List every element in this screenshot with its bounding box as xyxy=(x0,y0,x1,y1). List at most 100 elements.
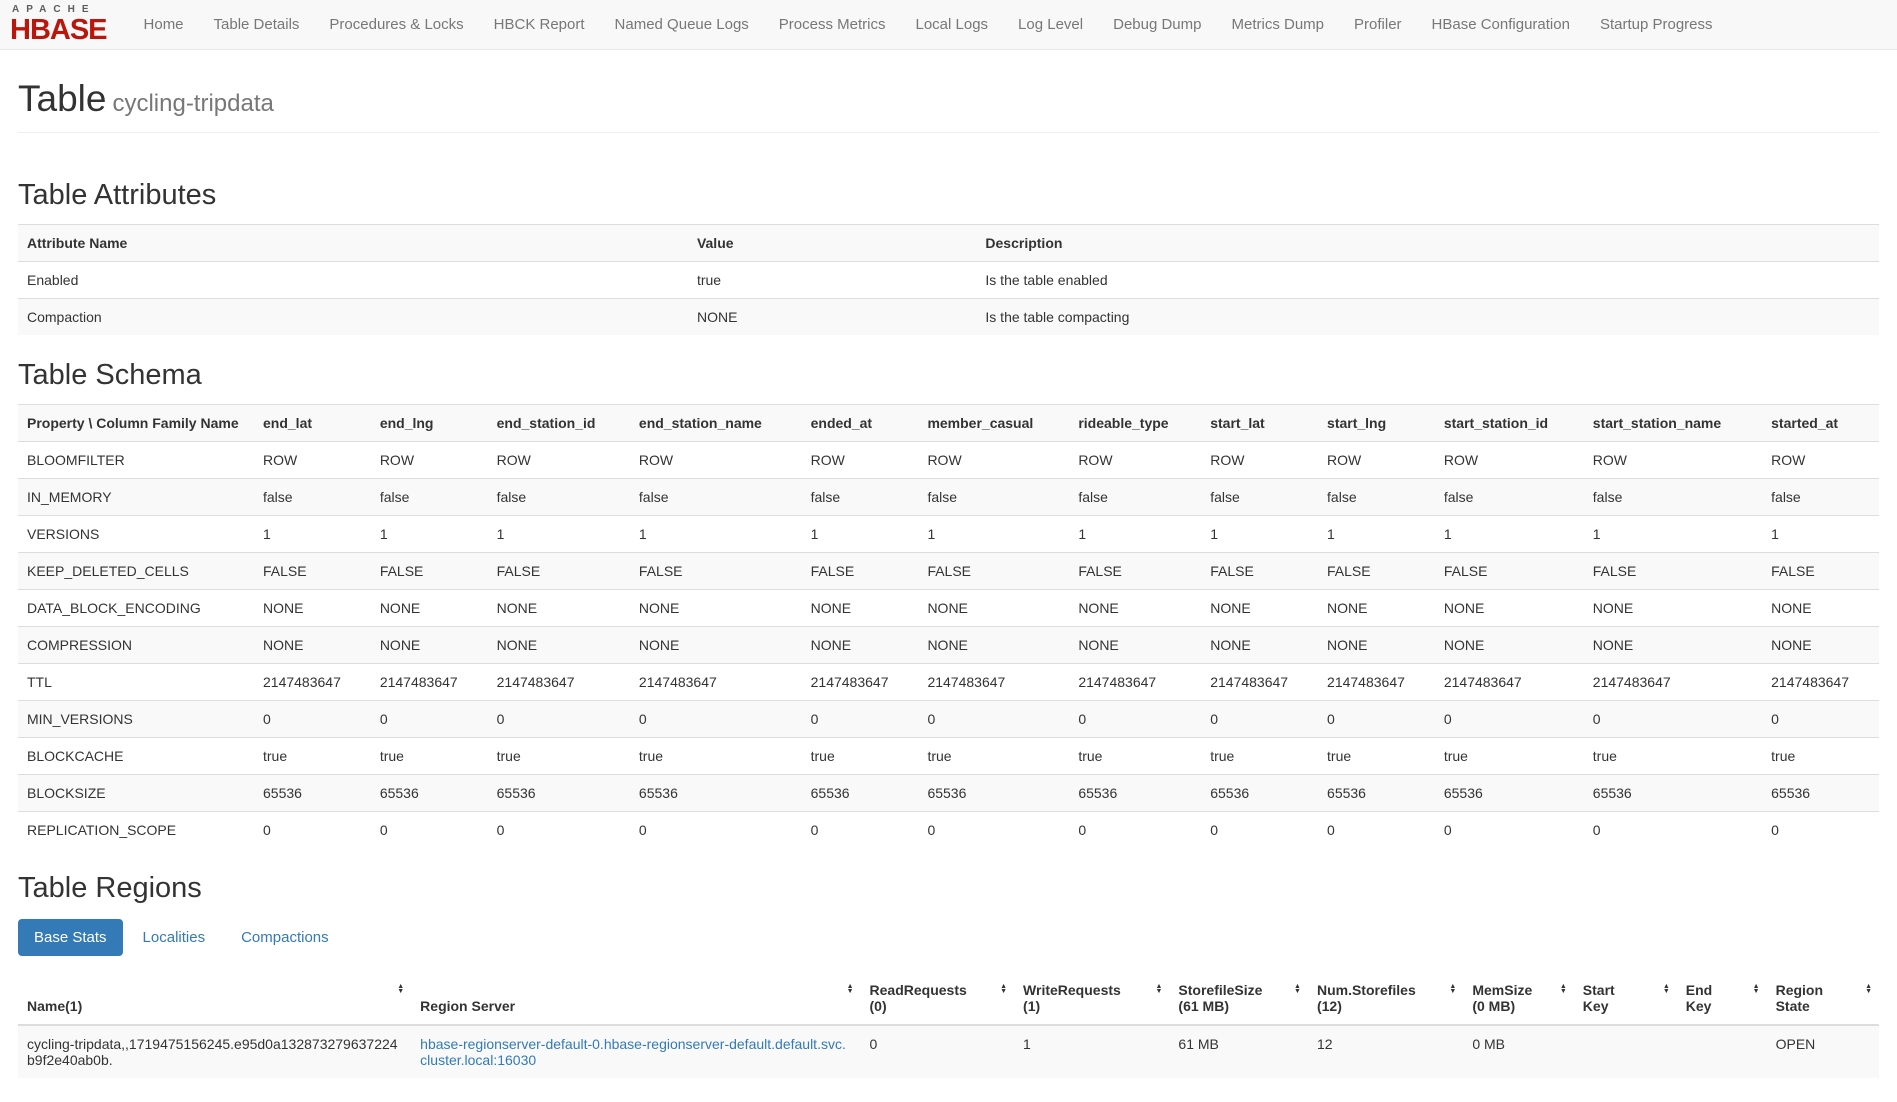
table-name: cycling-tripdata xyxy=(112,90,273,117)
schema-value-end-station-id: 0 xyxy=(488,701,630,738)
regions-col-readrequests-0[interactable]: ReadRequests(0)▲▼ xyxy=(861,972,1015,1025)
sort-down-arrow: ▼ xyxy=(1155,989,1162,994)
nav-link-table-details[interactable]: Table Details xyxy=(199,0,315,50)
nav-item-procedures-locks: Procedures & Locks xyxy=(314,0,478,50)
region-mem-size: 0 MB xyxy=(1463,1025,1573,1078)
schema-value-start-lat: ROW xyxy=(1201,442,1318,479)
nav-link-debug-dump[interactable]: Debug Dump xyxy=(1098,0,1216,50)
nav-link-profiler[interactable]: Profiler xyxy=(1339,0,1417,50)
region-storefile-size: 61 MB xyxy=(1169,1025,1308,1078)
apache-logo-text: APACHE xyxy=(10,5,107,15)
schema-row-in-memory: IN_MEMORYfalsefalsefalsefalsefalsefalsef… xyxy=(18,479,1879,516)
nav-item-table-details: Table Details xyxy=(199,0,315,50)
nav-link-log-level[interactable]: Log Level xyxy=(1003,0,1098,50)
schema-value-end-lng: 2147483647 xyxy=(371,664,488,701)
schema-family-start-station-id: start_station_id xyxy=(1435,405,1584,442)
region-tab-base-stats: Base Stats xyxy=(18,919,127,956)
schema-value-rideable-type: 0 xyxy=(1069,701,1201,738)
schema-value-start-station-id: 1 xyxy=(1435,516,1584,553)
hbase-logo[interactable]: APACHE HBASE xyxy=(10,5,107,45)
regions-col-region-state[interactable]: RegionState▲▼ xyxy=(1767,972,1879,1025)
region-tab-link-localities[interactable]: Localities xyxy=(127,919,222,956)
regions-col-label: End xyxy=(1686,982,1745,998)
schema-value-start-lat: 0 xyxy=(1201,701,1318,738)
sort-icon[interactable]: ▲▼ xyxy=(1155,984,1162,994)
schema-value-start-lng: 0 xyxy=(1318,812,1435,849)
schema-value-end-station-id: false xyxy=(488,479,630,516)
regions-col-sublabel: Key xyxy=(1686,998,1745,1014)
schema-property-name: REPLICATION_SCOPE xyxy=(18,812,254,849)
schema-value-rideable-type: FALSE xyxy=(1069,553,1201,590)
schema-value-end-station-name: 65536 xyxy=(630,775,802,812)
schema-value-rideable-type: true xyxy=(1069,738,1201,775)
attributes-col-attribute-name: Attribute Name xyxy=(18,225,688,262)
nav-link-hbck-report[interactable]: HBCK Report xyxy=(479,0,600,50)
sort-icon[interactable]: ▲▼ xyxy=(1000,984,1007,994)
schema-value-start-station-id: true xyxy=(1435,738,1584,775)
schema-value-started-at: NONE xyxy=(1762,627,1879,664)
table-regions: Name(1)▲▼Region Server▲▼ReadRequests(0)▲… xyxy=(18,972,1879,1078)
nav-item-log-level: Log Level xyxy=(1003,0,1098,50)
regions-col-writerequests-1[interactable]: WriteRequests(1)▲▼ xyxy=(1014,972,1169,1025)
sort-icon[interactable]: ▲▼ xyxy=(1663,984,1670,994)
schema-value-ended-at: 1 xyxy=(802,516,919,553)
schema-value-start-station-id: NONE xyxy=(1435,590,1584,627)
regions-col-region-server[interactable]: Region Server▲▼ xyxy=(411,972,860,1025)
nav-link-home[interactable]: Home xyxy=(129,0,199,50)
nav-link-metrics-dump[interactable]: Metrics Dump xyxy=(1217,0,1340,50)
schema-value-end-station-name: 0 xyxy=(630,812,802,849)
sort-icon[interactable]: ▲▼ xyxy=(1294,984,1301,994)
regions-col-memsize-0-mb[interactable]: MemSize(0 MB)▲▼ xyxy=(1463,972,1573,1025)
schema-value-end-lat: NONE xyxy=(254,590,371,627)
regions-col-num-storefiles-12[interactable]: Num.Storefiles(12)▲▼ xyxy=(1308,972,1463,1025)
schema-row-blockcache: BLOCKCACHEtruetruetruetruetruetruetruetr… xyxy=(18,738,1879,775)
schema-value-start-lat: 2147483647 xyxy=(1201,664,1318,701)
schema-value-started-at: 0 xyxy=(1762,812,1879,849)
schema-family-end-lat: end_lat xyxy=(254,405,371,442)
schema-family-start-lat: start_lat xyxy=(1201,405,1318,442)
attribute-row-enabled: EnabledtrueIs the table enabled xyxy=(18,262,1879,299)
schema-value-start-station-name: 2147483647 xyxy=(1584,664,1762,701)
nav-item-process-metrics: Process Metrics xyxy=(764,0,901,50)
nav-link-process-metrics[interactable]: Process Metrics xyxy=(764,0,901,50)
schema-value-start-station-name: ROW xyxy=(1584,442,1762,479)
sort-icon[interactable]: ▲▼ xyxy=(847,984,854,994)
schema-value-started-at: 65536 xyxy=(1762,775,1879,812)
schema-value-start-station-name: 0 xyxy=(1584,701,1762,738)
region-write-requests: 1 xyxy=(1014,1025,1169,1078)
sort-icon[interactable]: ▲▼ xyxy=(1865,984,1872,994)
regions-col-storefilesize-61-mb[interactable]: StorefileSize(61 MB)▲▼ xyxy=(1169,972,1308,1025)
region-tab-link-base-stats[interactable]: Base Stats xyxy=(18,919,123,956)
regions-heading: Table Regions xyxy=(18,872,1879,905)
regions-col-name-1[interactable]: Name(1)▲▼ xyxy=(18,972,411,1025)
region-server-link[interactable]: hbase-regionserver-default-0.hbase-regio… xyxy=(420,1036,846,1068)
regions-col-end-key[interactable]: EndKey ▲▼ xyxy=(1677,972,1767,1025)
schema-value-end-lng: 65536 xyxy=(371,775,488,812)
schema-value-end-lng: 0 xyxy=(371,812,488,849)
nav-item-named-queue-logs: Named Queue Logs xyxy=(600,0,764,50)
sort-icon[interactable]: ▲▼ xyxy=(1449,984,1456,994)
nav-link-hbase-configuration[interactable]: HBase Configuration xyxy=(1417,0,1585,50)
nav-link-named-queue-logs[interactable]: Named Queue Logs xyxy=(600,0,764,50)
sort-icon[interactable]: ▲▼ xyxy=(1560,984,1567,994)
region-tab-compactions: Compactions xyxy=(225,919,349,956)
schema-row-data-block-encoding: DATA_BLOCK_ENCODINGNONENONENONENONENONEN… xyxy=(18,590,1879,627)
sort-icon[interactable]: ▲▼ xyxy=(397,984,404,994)
nav-item-debug-dump: Debug Dump xyxy=(1098,0,1216,50)
regions-col-start-key[interactable]: StartKey▲▼ xyxy=(1574,972,1677,1025)
schema-value-start-lng: 0 xyxy=(1318,701,1435,738)
region-tabs: Base StatsLocalitiesCompactions xyxy=(18,919,1879,956)
nav-item-metrics-dump: Metrics Dump xyxy=(1217,0,1340,50)
nav-link-procedures-locks[interactable]: Procedures & Locks xyxy=(314,0,478,50)
region-num-storefiles: 12 xyxy=(1308,1025,1463,1078)
schema-value-rideable-type: 1 xyxy=(1069,516,1201,553)
nav-item-hbase-configuration: HBase Configuration xyxy=(1417,0,1585,50)
page-content: Tablecycling-tripdata Table Attributes A… xyxy=(0,78,1897,1078)
region-tab-link-compactions[interactable]: Compactions xyxy=(225,919,345,956)
attributes-header-row: Attribute NameValueDescription xyxy=(18,225,1879,262)
schema-value-rideable-type: ROW xyxy=(1069,442,1201,479)
nav-link-local-logs[interactable]: Local Logs xyxy=(900,0,1003,50)
sort-icon[interactable]: ▲▼ xyxy=(1753,984,1760,994)
nav-link-startup-progress[interactable]: Startup Progress xyxy=(1585,0,1728,50)
hbase-logo-text: HBASE xyxy=(10,16,107,45)
